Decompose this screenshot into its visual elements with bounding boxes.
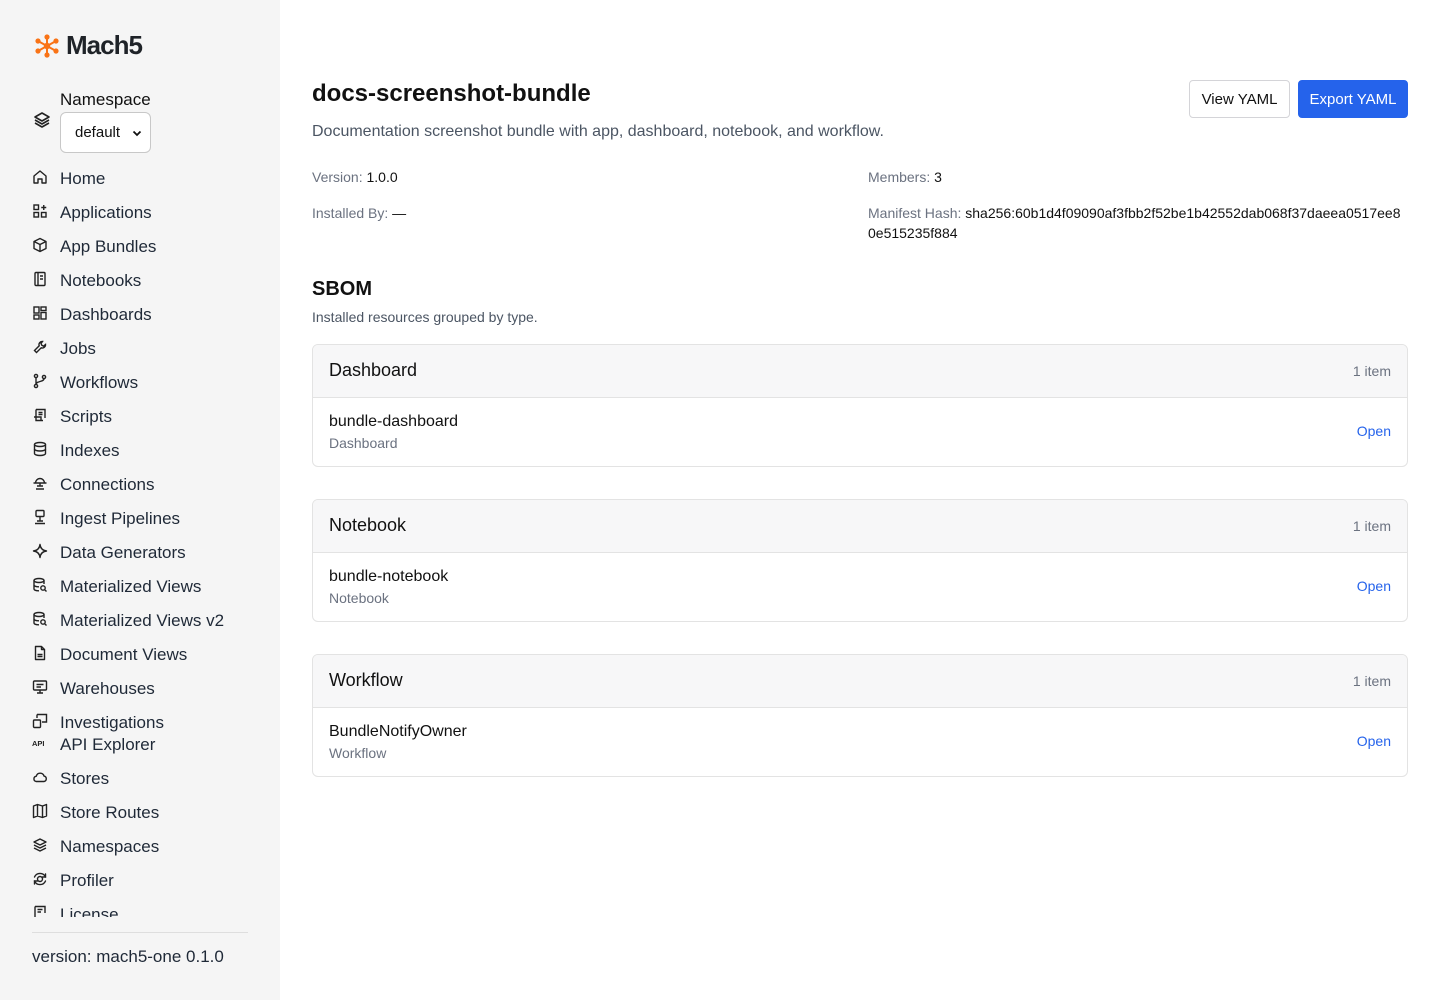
open-link[interactable]: Open [1357,578,1391,594]
meta-version-label: Version: [312,169,363,185]
svg-text:API: API [32,739,45,748]
sidebar-item-label: API Explorer [60,735,156,754]
sbom-group-workflow: Workflow 1 item BundleNotifyOwner Workfl… [312,654,1408,777]
meta-version: Version: 1.0.0 [312,169,398,185]
sidebar-item-label: Jobs [60,339,96,358]
open-link[interactable]: Open [1357,423,1391,439]
meta-installed-by: Installed By: — [312,205,406,221]
sparkle-icon [32,543,48,559]
notebook-icon [34,271,46,287]
sbom-group-dashboard: Dashboard 1 item bundle-dashboard Dashbo… [312,344,1408,467]
resource-type: Notebook [329,590,389,606]
resource-name: bundle-notebook [329,568,449,585]
database-icon [33,441,47,457]
package-icon [33,237,47,253]
meta-installed-by-label: Installed By: [312,205,389,221]
sidebar-item-label: Profiler [60,871,114,890]
meta-manifest-hash: Manifest Hash: sha256:60b1d4f09090af3fbb… [868,203,1408,243]
resource-name: bundle-dashboard [329,413,458,430]
grid-plus-icon [33,204,47,218]
sidebar-item-label: Notebooks [60,271,142,290]
group-count: 1 item [1352,518,1391,534]
meta-version-value: 1.0.0 [366,169,398,185]
chevron-down-icon [132,130,142,136]
sidebar-item-label: License [60,905,119,917]
sidebar-item-label: Scripts [60,407,112,426]
meta-members: Members: 3 [868,169,942,185]
sidebar-item-label: Dashboards [60,305,152,324]
sidebar-item-label: Store Routes [60,803,160,822]
sidebar-item-label: Materialized Views [60,577,202,596]
profiler-icon [33,872,47,886]
resource-type: Dashboard [329,435,398,451]
export-yaml-button[interactable]: Export YAML [1298,80,1408,118]
map-icon [32,803,48,819]
page-title: docs-screenshot-bundle [312,80,591,107]
group-count: 1 item [1352,363,1391,379]
sidebar: Mach5 Namespace default Home Application… [0,0,280,1000]
sidebar-item-label: Warehouses [60,679,155,698]
warehouse-icon [32,680,48,694]
sidebar-item-label: Materialized Views v2 [60,611,225,630]
dashboard-icon [33,306,47,320]
meta-manifest-hash-label: Manifest Hash: [868,205,962,221]
sidebar-item-label: Connections [60,475,155,494]
script-icon [34,408,46,422]
sidebar-item-label: Home [60,169,106,188]
sidebar-item-label: Namespaces [60,837,160,856]
layers-icon [34,112,50,128]
home-icon [33,170,47,184]
sidebar-item-label: Stores [60,769,110,788]
sbom-subtitle: Installed resources grouped by type. [312,309,538,325]
sidebar-item-label: Applications [60,203,152,222]
page-description: Documentation screenshot bundle with app… [312,123,884,140]
sidebar-item-label: Document Views [60,645,188,664]
meta-members-value: 3 [934,169,942,185]
investigation-icon [32,713,48,729]
namespace-select-value: default [75,124,121,141]
group-header: Notebook 1 item [313,500,1407,553]
meta-members-label: Members: [868,169,931,185]
sidebar-item-label: Workflows [60,373,139,392]
connection-icon [33,477,47,490]
sidebar-item-label: App Bundles [60,237,157,256]
sidebar-divider [32,932,248,933]
sidebar-item-label: Indexes [60,441,120,460]
group-title: Dashboard [329,360,418,380]
sidebar-item-label: Ingest Pipelines [60,509,181,528]
app-version: version: mach5-one 0.1.0 [32,947,224,966]
open-link[interactable]: Open [1357,733,1391,749]
api-icon: API [32,739,45,748]
meta-installed-by-value: — [392,205,407,221]
group-header: Workflow 1 item [313,655,1407,708]
namespace-select[interactable]: default [60,112,151,153]
mach5-logo[interactable]: Mach5 [32,30,143,61]
sidebar-nav: Home Applications App Bundles Notebooks … [32,167,262,917]
database-search-icon [33,611,47,626]
resource-name: BundleNotifyOwner [329,723,467,740]
namespace-label: Namespace [60,90,151,109]
cloud-icon [33,772,47,783]
license-icon [34,905,46,917]
group-title: Notebook [329,515,407,535]
group-title: Workflow [329,670,403,690]
sidebar-item-label: Investigations [60,713,164,732]
view-yaml-button[interactable]: View YAML [1189,80,1290,118]
pipeline-icon [35,509,45,525]
group-header: Dashboard 1 item [313,345,1407,398]
wrench-icon [33,340,47,354]
group-count: 1 item [1352,673,1391,689]
app-name: Mach5 [66,30,143,60]
sidebar-item-label: Data Generators [60,543,186,562]
sbom-title: SBOM [312,278,372,300]
database-search-icon [33,577,47,592]
sbom-group-notebook: Notebook 1 item bundle-notebook Notebook… [312,499,1408,622]
mach5-logo-icon [35,33,59,58]
git-branch-icon [33,373,47,389]
resource-type: Workflow [329,745,387,761]
document-icon [34,645,46,661]
layers-icon [33,838,47,852]
